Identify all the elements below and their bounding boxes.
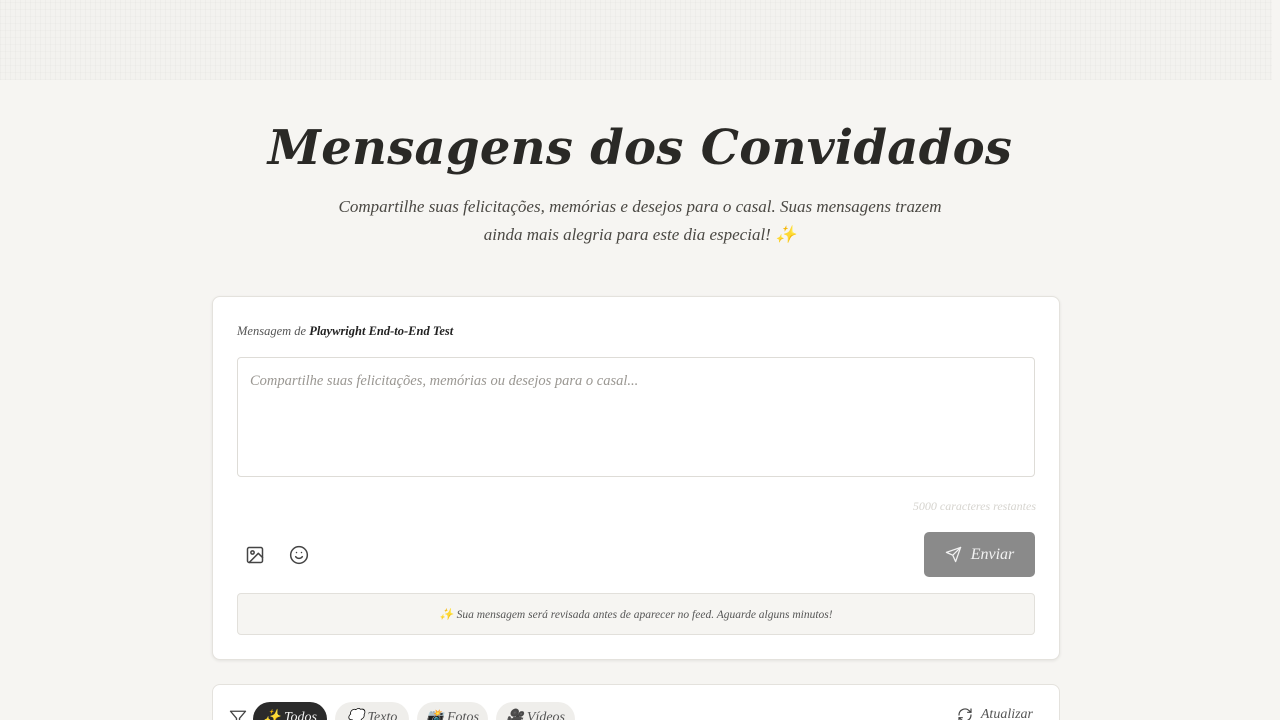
send-icon <box>945 546 961 563</box>
image-icon <box>246 546 264 564</box>
refresh-label: Atualizar <box>980 707 1033 720</box>
header-texture-band <box>0 0 1272 80</box>
message-composer-card: Mensagem de Playwright End-to-End Test 5… <box>212 296 1060 660</box>
message-textarea[interactable] <box>237 357 1035 477</box>
author-name: Playwright End-to-End Test <box>309 324 454 338</box>
author-prefix: Mensagem de <box>237 324 307 338</box>
refresh-button[interactable]: Atualizar <box>957 707 1033 720</box>
attach-image-button[interactable] <box>241 541 269 569</box>
send-button[interactable]: Enviar <box>924 532 1035 577</box>
refresh-icon <box>958 708 972 720</box>
page-subtitle: Compartilhe suas felicitações, memórias … <box>338 197 942 244</box>
filter-bar: ✨ Todos 💭 Texto 📸 Fotos 🎥 Vídeos Atualiz… <box>212 684 1060 720</box>
filter-chip-todos[interactable]: ✨ Todos <box>253 702 327 720</box>
filter-chip-videos[interactable]: 🎥 Vídeos <box>496 702 575 720</box>
smile-icon <box>289 545 309 565</box>
author-line: Mensagem de Playwright End-to-End Test <box>237 324 453 339</box>
filter-chip-texto[interactable]: 💭 Texto <box>335 702 409 720</box>
char-counter: 5000 caracteres restantes <box>912 499 1036 513</box>
emoji-button[interactable] <box>285 541 313 569</box>
filter-icon <box>229 710 247 720</box>
send-label: Enviar <box>970 545 1015 563</box>
filter-chip-fotos[interactable]: 📸 Fotos <box>417 702 488 720</box>
moderation-notice: ✨ Sua mensagem será revisada antes de ap… <box>237 593 1035 635</box>
page-title: Mensagens dos Convidados <box>267 120 1013 176</box>
